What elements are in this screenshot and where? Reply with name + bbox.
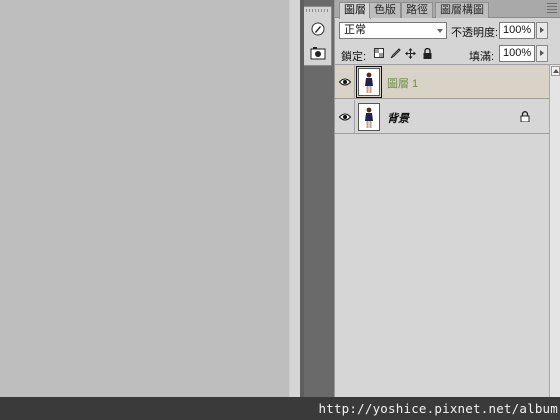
chevron-down-icon (437, 29, 443, 33)
layer-name[interactable]: 背景 (387, 110, 409, 126)
lock-image-pixels-icon[interactable] (389, 47, 401, 59)
opacity-field[interactable]: 100% (499, 22, 535, 39)
layer-name[interactable]: 圖層 1 (387, 75, 418, 91)
tab-channels[interactable]: 色版 (369, 2, 401, 18)
collapsed-panel-dock (304, 0, 332, 420)
opacity-label: 不透明度: (451, 27, 499, 39)
dock-panel-group (304, 6, 332, 66)
visibility-toggle[interactable] (335, 100, 355, 134)
lock-icon (520, 111, 530, 122)
histogram-icon[interactable] (309, 44, 327, 62)
panel-menu-icon[interactable] (547, 3, 557, 13)
fill-label: 填滿: (469, 51, 495, 63)
lock-all-icon[interactable] (421, 47, 433, 59)
fill-slider-button[interactable] (536, 45, 548, 62)
opacity-slider-button[interactable] (536, 22, 548, 39)
tab-layer-comps[interactable]: 圖層構圖 (435, 2, 489, 18)
layers-panel: 圖層 色版 路徑 圖層構圖 正常 不透明度: 100% 鎖定: 填滿: 100% (334, 0, 560, 420)
watermark-bar: http://yoshice.pixnet.net/album (0, 397, 560, 420)
blend-mode-select[interactable]: 正常 (339, 22, 447, 39)
layer-list-scrollbar[interactable] (549, 65, 560, 420)
panel-tab-bar: 圖層 色版 路徑 圖層構圖 (335, 0, 560, 19)
canvas-scroll-edge (289, 0, 300, 420)
tab-layers[interactable]: 圖層 (339, 2, 371, 19)
navigator-icon[interactable] (309, 20, 327, 38)
scroll-up-icon[interactable] (551, 66, 560, 76)
fill-field[interactable]: 100% (499, 45, 535, 62)
layer-thumbnail (358, 103, 380, 131)
watermark-url: http://yoshice.pixnet.net/album (318, 401, 558, 416)
eye-icon (338, 113, 351, 121)
lock-transparency-icon[interactable] (373, 47, 385, 59)
document-canvas[interactable] (0, 0, 289, 420)
layer-thumbnail (356, 66, 382, 98)
layer-list: 圖層 1 背景 (335, 65, 549, 420)
blend-mode-value: 正常 (344, 24, 366, 36)
lock-label: 鎖定: (341, 51, 367, 63)
layer-row-layer-1[interactable]: 圖層 1 (335, 65, 549, 99)
lock-fill-row: 鎖定: 填滿: 100% (335, 43, 560, 65)
layer-row-background[interactable]: 背景 (335, 100, 549, 134)
lock-position-icon[interactable] (404, 47, 416, 59)
dock-grip[interactable] (306, 9, 328, 12)
visibility-toggle[interactable] (335, 65, 355, 99)
blend-opacity-row: 正常 不透明度: 100% (335, 19, 560, 43)
eye-icon (338, 78, 351, 86)
tab-paths[interactable]: 路徑 (401, 2, 433, 18)
